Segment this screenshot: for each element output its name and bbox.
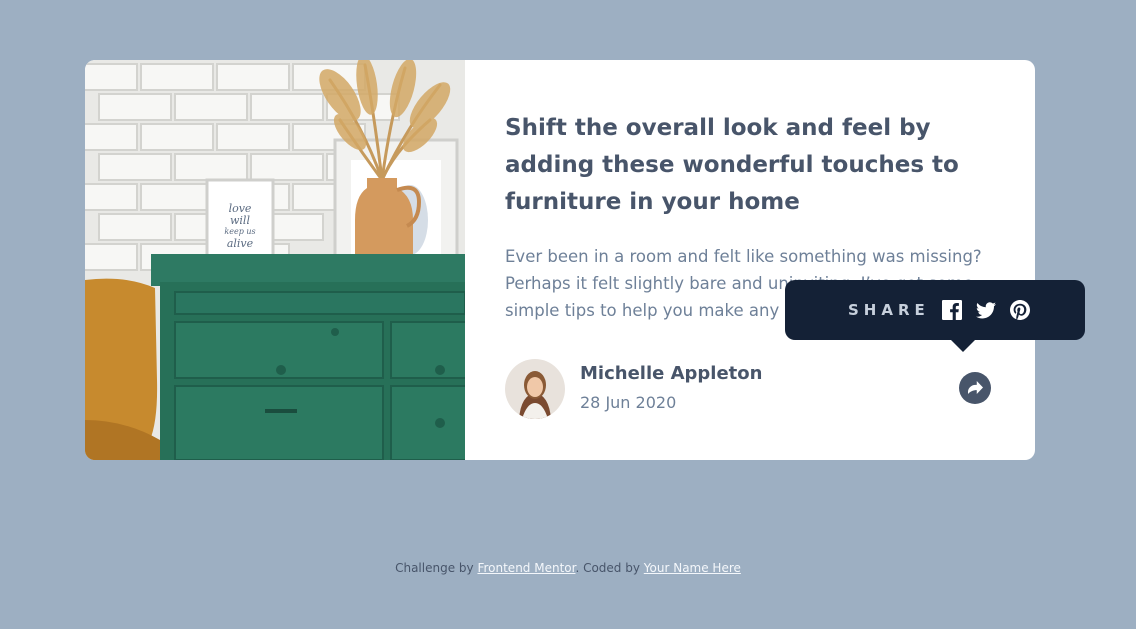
article-card: love will keep us alive Shift the overal…	[85, 60, 1085, 460]
svg-text:will: will	[230, 214, 250, 227]
share-tooltip: SHARE	[785, 280, 1085, 352]
author-link[interactable]: Your Name Here	[644, 561, 741, 575]
article-title: Shift the overall look and feel by addin…	[505, 115, 959, 215]
attribution-footer: Challenge by Frontend Mentor. Coded by Y…	[0, 561, 1136, 575]
svg-text:alive: alive	[227, 237, 254, 250]
footer-middle: . Coded by	[575, 561, 640, 575]
share-label: SHARE	[848, 301, 930, 319]
avatar	[505, 359, 565, 419]
share-arrow-icon	[967, 379, 983, 398]
svg-text:keep us: keep us	[224, 227, 255, 236]
twitter-icon[interactable]	[975, 301, 996, 319]
frontend-mentor-link[interactable]: Frontend Mentor	[477, 561, 575, 575]
facebook-icon[interactable]	[941, 300, 962, 320]
footer-prefix: Challenge by	[395, 561, 474, 575]
share-button[interactable]	[959, 372, 991, 404]
author-date: 28 Jun 2020	[580, 393, 677, 412]
author-name: Michelle Appleton	[580, 363, 763, 384]
pinterest-icon[interactable]	[1009, 300, 1030, 320]
drawers-photo: love will keep us alive	[85, 60, 465, 460]
